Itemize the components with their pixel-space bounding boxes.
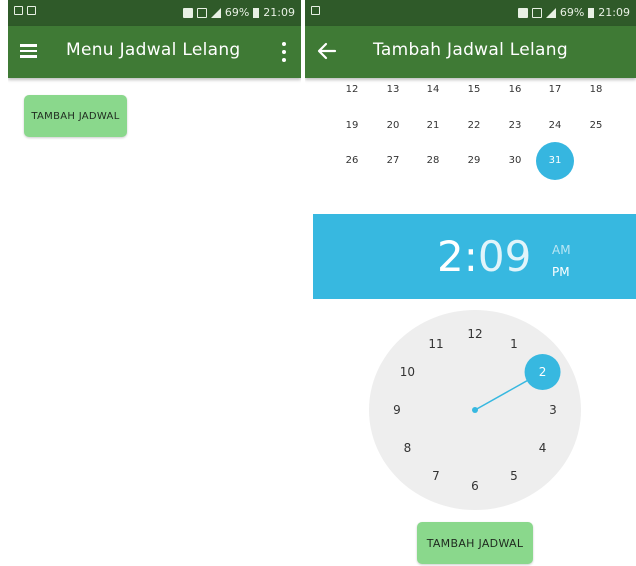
more-options-icon[interactable] <box>281 42 287 62</box>
notification-icons <box>311 6 320 15</box>
clock-hour-number[interactable]: 6 <box>463 478 487 494</box>
clock-center-dot <box>472 407 478 413</box>
system-status: 69% 21:09 <box>182 6 295 19</box>
status-time: 21:09 <box>263 6 295 19</box>
clock-hour-number[interactable]: 3 <box>541 402 565 418</box>
nfc-icon <box>517 7 528 18</box>
tambah-jadwal-screen: 69% 21:09 Tambah Jadwal Lelang 12 13 14 15 1… <box>305 0 636 566</box>
time-header: 2:09 AM PM <box>313 214 636 299</box>
selected-time: 2:09 <box>437 232 531 282</box>
calendar-day[interactable]: 26 <box>332 151 372 171</box>
pm-toggle[interactable]: PM <box>552 265 570 279</box>
clock-hour-number[interactable]: 10 <box>395 364 419 380</box>
calendar-day[interactable]: 14 <box>413 80 453 100</box>
calendar-day[interactable]: 25 <box>576 116 616 136</box>
nfc-icon <box>182 7 193 18</box>
calendar-grid: 12 13 14 15 16 17 18 19 20 21 22 23 24 25 26 27 28 29 30 31 <box>305 78 636 214</box>
page-title: Tambah Jadwal Lelang <box>373 40 568 60</box>
tambah-jadwal-button[interactable]: TAMBAH JADWAL <box>24 95 127 137</box>
calendar-day[interactable]: 16 <box>495 80 535 100</box>
am-toggle[interactable]: AM <box>552 243 571 257</box>
calendar-day[interactable]: 24 <box>535 116 575 136</box>
selected-hour[interactable]: 2 <box>437 232 464 282</box>
calendar-day[interactable]: 12 <box>332 80 372 100</box>
menu-jadwal-screen: 69% 21:09 Menu Jadwal Lelang TAMBAH JADW… <box>8 0 301 566</box>
clock-hour-number[interactable]: 1 <box>502 336 526 352</box>
list-notification-icon <box>311 6 320 15</box>
app-bar: Menu Jadwal Lelang <box>8 26 301 78</box>
screenshot-icon <box>531 7 542 18</box>
battery-icon <box>588 7 595 18</box>
notification-icons <box>14 6 36 15</box>
calendar-day[interactable]: 13 <box>373 80 413 100</box>
clock-dial[interactable]: 12 1 2 3 4 5 6 7 8 9 10 11 <box>369 310 581 510</box>
battery-percent: 69% <box>224 6 250 19</box>
calendar-day[interactable]: 19 <box>332 116 372 136</box>
clock-hour-number[interactable]: 2 <box>531 364 555 380</box>
status-time: 21:09 <box>598 6 630 19</box>
signal-icon <box>545 7 556 18</box>
clock-hour-number[interactable]: 9 <box>385 402 409 418</box>
screenshot-icon <box>196 7 207 18</box>
clock-hour-number[interactable]: 11 <box>424 336 448 352</box>
battery-icon <box>253 7 260 18</box>
hamburger-menu-icon[interactable] <box>20 44 37 58</box>
calendar-day[interactable]: 17 <box>535 80 575 100</box>
list-notification-icon <box>27 6 36 15</box>
calendar-day[interactable]: 22 <box>454 116 494 136</box>
calendar-day[interactable]: 18 <box>576 80 616 100</box>
status-bar: 69% 21:09 <box>8 0 301 26</box>
clock-hour-number[interactable]: 12 <box>463 326 487 342</box>
calendar-day[interactable]: 28 <box>413 151 453 171</box>
calendar-day[interactable]: 29 <box>454 151 494 171</box>
calendar-day[interactable]: 21 <box>413 116 453 136</box>
calendar-day[interactable]: 27 <box>373 151 413 171</box>
calendar-day[interactable]: 30 <box>495 151 535 171</box>
calendar-day[interactable]: 23 <box>495 116 535 136</box>
clock-hour-number[interactable]: 7 <box>424 468 448 484</box>
back-arrow-icon[interactable] <box>317 40 337 62</box>
clock-hour-number[interactable]: 8 <box>395 440 419 456</box>
status-bar: 69% 21:09 <box>305 0 636 26</box>
time-separator: : <box>463 232 478 281</box>
calendar-day[interactable]: 20 <box>373 116 413 136</box>
page-title: Menu Jadwal Lelang <box>66 40 241 60</box>
calendar-day[interactable]: 15 <box>454 80 494 100</box>
battery-percent: 69% <box>559 6 585 19</box>
clock-hour-number[interactable]: 4 <box>531 440 555 456</box>
tambah-jadwal-button[interactable]: TAMBAH JADWAL <box>417 522 533 564</box>
signal-icon <box>210 7 221 18</box>
clock-hour-number[interactable]: 5 <box>502 468 526 484</box>
selected-minute[interactable]: 09 <box>478 232 531 282</box>
calendar-day[interactable]: 31 <box>535 151 575 171</box>
system-status: 69% 21:09 <box>517 6 630 19</box>
gallery-notification-icon <box>14 6 23 15</box>
app-bar: Tambah Jadwal Lelang <box>305 26 636 78</box>
